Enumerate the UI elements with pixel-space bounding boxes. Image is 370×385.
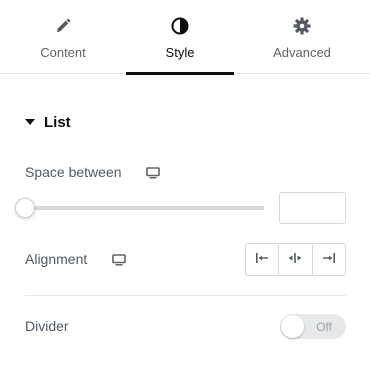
tab-advanced[interactable]: Advanced xyxy=(234,0,370,74)
toggle-state-text: Off xyxy=(316,320,332,334)
divider-label: Divider xyxy=(25,318,69,334)
align-start-button[interactable] xyxy=(246,244,278,275)
slider-handle[interactable] xyxy=(15,198,35,218)
section-toggle-list[interactable]: List xyxy=(25,112,71,132)
align-center-icon xyxy=(288,251,302,269)
toggle-knob xyxy=(281,315,304,338)
desktop-icon[interactable] xyxy=(112,253,126,266)
tab-content[interactable]: Content xyxy=(0,0,126,74)
tab-content-label: Content xyxy=(40,45,86,60)
align-start-icon xyxy=(255,251,269,269)
tab-style-label: Style xyxy=(165,45,195,60)
pencil-icon xyxy=(53,16,73,36)
panel-tabs: Content Style Advanced xyxy=(0,0,370,75)
align-end-button[interactable] xyxy=(311,244,345,275)
space-between-slider[interactable] xyxy=(15,198,264,218)
alignment-button-group xyxy=(245,243,346,276)
space-between-input[interactable] xyxy=(279,192,346,224)
desktop-icon[interactable] xyxy=(146,166,160,179)
gear-icon xyxy=(292,16,312,36)
tab-advanced-label: Advanced xyxy=(273,45,331,60)
alignment-label: Alignment xyxy=(25,251,88,267)
divider-toggle[interactable]: Off xyxy=(280,314,346,339)
align-center-button[interactable] xyxy=(278,244,311,275)
contrast-icon xyxy=(170,16,190,36)
caret-down-icon xyxy=(25,119,35,125)
space-between-label: Space between xyxy=(25,164,122,180)
tab-style[interactable]: Style xyxy=(126,0,234,75)
section-title: List xyxy=(44,113,71,131)
align-end-icon xyxy=(322,251,336,269)
separator xyxy=(25,295,346,296)
